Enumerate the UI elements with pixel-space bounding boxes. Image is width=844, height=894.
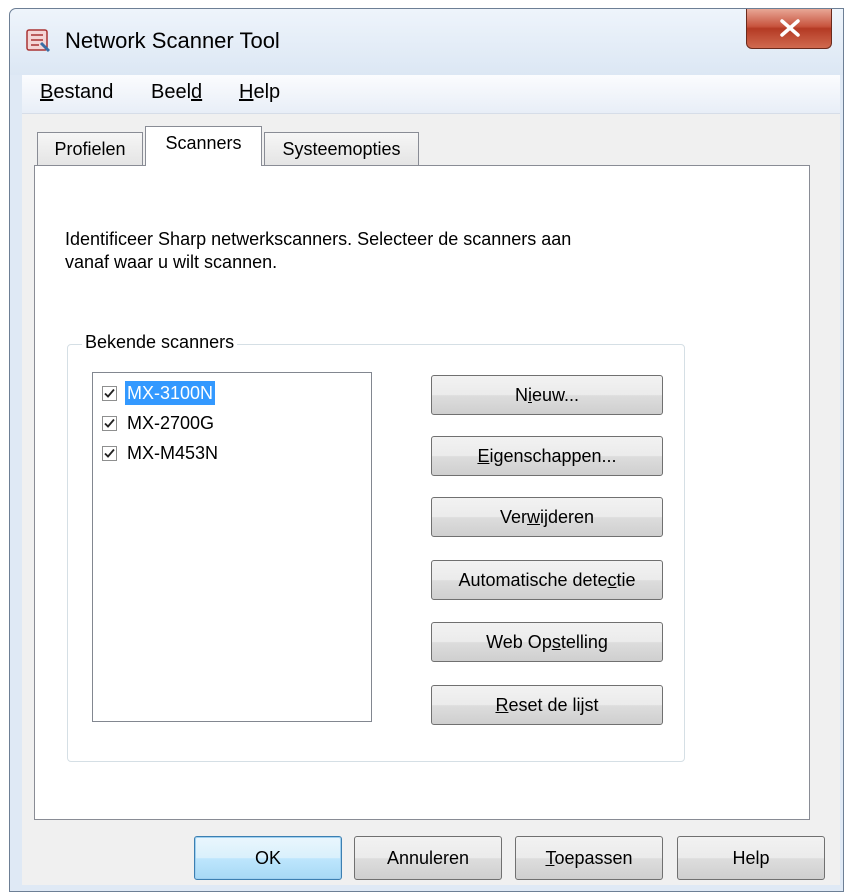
- list-item[interactable]: MX-3100N: [102, 381, 252, 405]
- scanner-name: MX-2700G: [127, 413, 215, 433]
- menu-beeld[interactable]: Beeld: [151, 81, 202, 104]
- tab-scanners[interactable]: Scanners: [145, 126, 262, 166]
- scanner-name: MX-M453N: [127, 443, 219, 463]
- reset-list-button[interactable]: Reset de lijst: [431, 685, 663, 725]
- description-line-2: vanaf waar u wilt scannen.: [65, 252, 278, 272]
- apply-button[interactable]: Toepassen: [515, 836, 663, 880]
- menu-bestand[interactable]: Bestand: [40, 81, 113, 104]
- title-bar[interactable]: Network Scanner Tool: [10, 9, 843, 75]
- scanner-name: MX-3100N: [125, 381, 216, 405]
- known-scanners-group: Bekende scanners MX-3100N MX-2700G MX-M4…: [67, 332, 685, 762]
- remove-button[interactable]: Verwijderen: [431, 497, 663, 537]
- new-scanner-button[interactable]: Nieuw...: [431, 375, 663, 415]
- scanner-list[interactable]: MX-3100N MX-2700G MX-M453N: [92, 372, 372, 722]
- help-button[interactable]: Help: [677, 836, 825, 880]
- menu-bar: Bestand Beeld Help: [22, 75, 840, 114]
- description-line-1: Identificeer Sharp netwerkscanners. Sele…: [65, 229, 572, 249]
- group-title: Bekende scanners: [82, 332, 238, 353]
- ok-button[interactable]: OK: [194, 836, 342, 880]
- close-icon: [780, 19, 800, 37]
- checkmark-icon: [104, 388, 115, 398]
- checkmark-icon: [104, 448, 115, 458]
- description-text: Identificeer Sharp netwerkscanners. Sele…: [65, 228, 725, 274]
- checkmark-icon: [104, 418, 115, 428]
- web-setup-button[interactable]: Web Opstelling: [431, 622, 663, 662]
- properties-button[interactable]: Eigenschappen...: [431, 436, 663, 476]
- tab-profielen[interactable]: Profielen: [37, 132, 143, 166]
- tab-systeemopties[interactable]: Systeemopties: [264, 132, 419, 166]
- scanner-checkbox[interactable]: [102, 416, 117, 431]
- auto-detect-button[interactable]: Automatische detectie: [431, 560, 663, 600]
- cancel-button[interactable]: Annuleren: [354, 836, 502, 880]
- list-item[interactable]: MX-M453N: [102, 441, 252, 465]
- close-button[interactable]: [746, 9, 832, 49]
- scanners-tab-panel: Identificeer Sharp netwerkscanners. Sele…: [34, 165, 810, 820]
- scanner-checkbox[interactable]: [102, 446, 117, 461]
- scanner-checkbox[interactable]: [102, 386, 117, 401]
- menu-help[interactable]: Help: [239, 81, 280, 104]
- list-item[interactable]: MX-2700G: [102, 411, 252, 435]
- scanner-app-icon: [24, 26, 52, 54]
- application-window: Network Scanner Tool Bestand Beeld Help …: [9, 8, 844, 892]
- window-title: Network Scanner Tool: [65, 28, 280, 53]
